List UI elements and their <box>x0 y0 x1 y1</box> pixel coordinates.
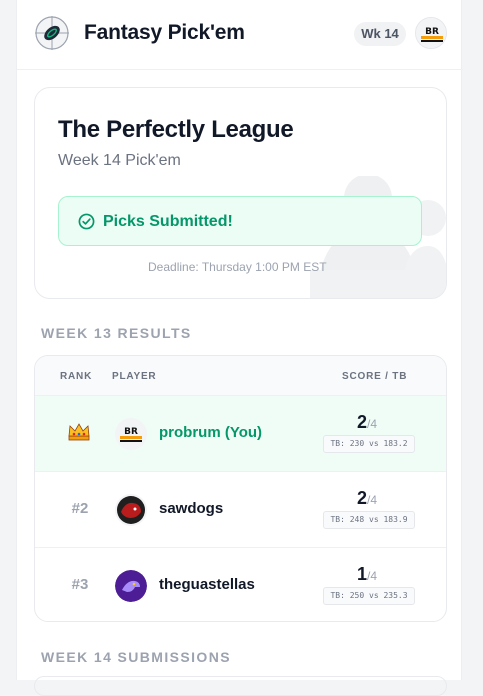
week-badge[interactable]: Wk 14 <box>354 22 406 46</box>
table-row[interactable]: #2 sawdogs 2/4 TB: 248 vs 183.9 <box>35 472 446 548</box>
rank-value: #3 <box>71 576 89 593</box>
tiebreaker-badge: TB: 250 vs 235.3 <box>323 587 415 605</box>
table-row[interactable]: #3 theguastellas 1/4 TB: 250 vs 235.3 <box>35 548 446 621</box>
player-name[interactable]: probrum (You) <box>159 424 262 441</box>
league-card: The Perfectly League Week 14 Pick'em Pic… <box>34 87 447 299</box>
bron-logo-icon: BR <box>416 18 446 48</box>
avatar[interactable]: BR <box>115 418 147 450</box>
picks-submitted-text: Picks Submitted! <box>103 213 233 230</box>
avatar[interactable] <box>115 570 147 602</box>
purple-team-icon <box>115 570 147 602</box>
check-circle-icon <box>78 213 95 230</box>
app-page: Fantasy Pick'em Wk 14 BR The Perfectly L… <box>16 0 463 696</box>
bron-logo-icon: BR <box>115 418 147 450</box>
rank-value: #2 <box>71 500 89 517</box>
picks-submitted-banner: Picks Submitted! <box>58 196 422 246</box>
rank-column-header: RANK <box>60 371 93 382</box>
user-avatar[interactable]: BR <box>415 17 447 49</box>
tiebreaker-badge: TB: 248 vs 183.9 <box>323 511 415 529</box>
results-table: RANK PLAYER SCORE / TB BR probrum (You) … <box>34 355 447 622</box>
table-row[interactable]: BR probrum (You) 2/4 TB: 230 vs 183.2 <box>35 396 446 472</box>
league-subtitle: Week 14 Pick'em <box>58 152 181 169</box>
football-logo-icon[interactable] <box>34 15 70 51</box>
player-column-header: PLAYER <box>112 371 157 382</box>
score-value: 2/4 <box>357 412 378 432</box>
score-value: 1/4 <box>357 564 378 584</box>
avatar[interactable] <box>115 494 147 526</box>
player-name[interactable]: sawdogs <box>159 500 223 517</box>
app-title: Fantasy Pick'em <box>84 21 245 44</box>
submissions-section-title: WEEK 14 SUBMISSIONS <box>41 649 231 665</box>
svg-text:BR: BR <box>124 427 138 437</box>
player-name[interactable]: theguastellas <box>159 576 255 593</box>
svg-text:BR: BR <box>425 27 439 37</box>
score-column-header: SCORE / TB <box>342 371 408 382</box>
red-dog-icon <box>115 494 147 526</box>
results-table-header: RANK PLAYER SCORE / TB <box>35 356 446 396</box>
league-name: The Perfectly League <box>58 116 294 143</box>
submissions-card <box>34 676 447 696</box>
crown-icon <box>68 423 90 441</box>
score-value: 2/4 <box>357 488 378 508</box>
tiebreaker-badge: TB: 230 vs 183.2 <box>323 435 415 453</box>
results-section-title: WEEK 13 RESULTS <box>41 325 192 341</box>
deadline-text: Deadline: Thursday 1:00 PM EST <box>148 260 327 274</box>
app-header: Fantasy Pick'em Wk 14 BR <box>17 0 463 70</box>
